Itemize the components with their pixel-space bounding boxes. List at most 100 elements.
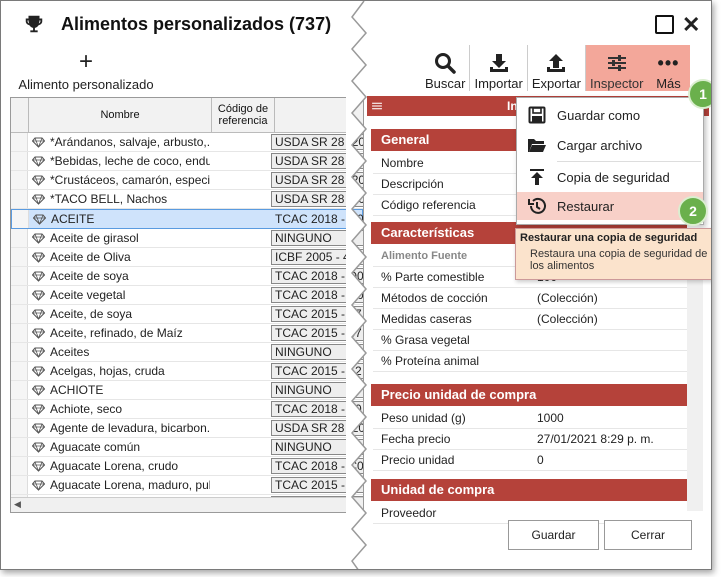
food-name: Agente de levadura, bicarbon...	[50, 421, 210, 435]
new-custom-food-button[interactable]: + Alimento personalizado	[11, 50, 161, 93]
table-row[interactable]: Aceite, refinado, de Maíz TCAC 2015 - 37	[11, 324, 363, 343]
more-button[interactable]: ••• Más	[647, 45, 690, 91]
property-value[interactable]: (Colección)	[531, 312, 598, 326]
window-controls: ✕	[655, 13, 700, 35]
row-header[interactable]	[11, 305, 28, 323]
table-row[interactable]: Aceites NINGUNO	[11, 343, 363, 362]
menu-label-restore: Restaurar	[557, 198, 615, 214]
trophy-icon	[25, 15, 43, 33]
property-value[interactable]: 27/01/2021 8:29 p. m.	[531, 432, 654, 446]
table-row[interactable]: *Crustáceos, camarón, especi... USDA SR 2…	[11, 171, 363, 190]
food-gem-icon	[32, 365, 46, 377]
table-row[interactable]: Aceite, de soya TCAC 2015 - 37	[11, 305, 363, 324]
table-row[interactable]: Acelgas, hojas, cruda TCAC 2015 - 12	[11, 362, 363, 381]
menu-item-save-as[interactable]: Guardar como	[517, 101, 703, 129]
food-name: Aguacate Lorena, maduro, pul...	[50, 478, 210, 492]
table-row[interactable]: ACHIOTE NINGUNO	[11, 381, 363, 400]
food-gem-icon	[32, 460, 46, 472]
row-header[interactable]	[11, 267, 28, 285]
table-row[interactable]: Aceite de Oliva ICBF 2005 - 490	[11, 248, 363, 267]
table-row[interactable]: *TACO BELL, Nachos USDA SR 28 (20	[11, 190, 363, 209]
food-name: Aceite de Oliva	[50, 250, 131, 264]
save-button[interactable]: Guardar	[508, 520, 599, 550]
column-header-reference[interactable]: Código de referencia	[212, 98, 275, 132]
step-badge-1: 1	[688, 79, 711, 109]
property-row[interactable]: % Grasa vegetal	[373, 329, 687, 351]
property-row[interactable]: Métodos de cocción (Colección)	[373, 287, 687, 309]
section-unidad[interactable]: Unidad de compra	[371, 479, 687, 501]
food-name: Aceite, de soya	[50, 307, 133, 321]
food-gem-icon	[32, 441, 46, 453]
row-header[interactable]	[11, 438, 28, 456]
row-header[interactable]	[11, 343, 28, 361]
property-value[interactable]: 0	[531, 453, 544, 467]
tooltip-title: Restaurar una copia de seguridad	[520, 232, 698, 244]
sliders-icon	[606, 50, 628, 76]
tooltip-description: Restaura una copia de seguridad de los a…	[530, 248, 708, 272]
search-button[interactable]: Buscar	[421, 45, 471, 91]
table-body: *Arándanos, salvaje, arbusto,... USDA SR …	[11, 133, 363, 512]
row-header[interactable]	[11, 133, 28, 151]
food-name: Aceite, refinado, de Maíz	[50, 326, 183, 340]
menu-label-load-file: Cargar archivo	[557, 137, 643, 153]
food-gem-icon	[32, 270, 46, 282]
table-row[interactable]: Aguacate Lorena, crudo TCAC 2018 - C0	[11, 457, 363, 476]
property-row[interactable]: Fecha precio 27/01/2021 8:29 p. m.	[373, 428, 687, 450]
menu-item-load-file[interactable]: Cargar archivo	[517, 131, 703, 159]
table-row[interactable]: Achiote, seco TCAC 2018 - L0	[11, 400, 363, 419]
food-gem-icon	[32, 193, 46, 205]
row-header[interactable]	[11, 171, 28, 189]
close-window-button[interactable]: ✕	[682, 13, 700, 35]
row-header[interactable]	[11, 419, 28, 437]
row-header[interactable]	[11, 457, 28, 475]
table-row[interactable]: Aceite de girasol NINGUNO	[11, 229, 363, 248]
import-button[interactable]: Importar	[470, 45, 528, 91]
property-row[interactable]: Precio unidad 0	[373, 449, 687, 471]
table-row[interactable]: Aceite vegetal TCAC 2018 - D0	[11, 286, 363, 305]
table-row[interactable]: Agente de levadura, bicarbon... USDA SR 2…	[11, 419, 363, 438]
inspector-button[interactable]: Inspector	[586, 45, 648, 91]
table-row[interactable]: *Arándanos, salvaje, arbusto,... USDA SR …	[11, 133, 363, 152]
horizontal-scrollbar[interactable]: ◀	[11, 497, 363, 512]
row-header[interactable]	[11, 381, 28, 399]
menu-item-backup[interactable]: Copia de seguridad	[517, 163, 703, 191]
table-row[interactable]: Aguacate común NINGUNO	[11, 438, 363, 457]
property-name: Código referencia	[381, 197, 476, 212]
row-header[interactable]	[11, 476, 28, 494]
column-header-name[interactable]: Nombre	[29, 98, 212, 132]
menu-item-restore[interactable]: Restaurar	[517, 192, 703, 220]
row-header[interactable]	[11, 152, 28, 170]
table-row[interactable]: ACEITE TCAC 2018 - D0	[11, 209, 363, 229]
food-gem-icon	[32, 403, 46, 415]
table-row[interactable]: Aguacate Lorena, maduro, pul... TCAC 2015…	[11, 476, 363, 495]
property-value[interactable]: 1000	[531, 411, 564, 425]
food-name: Aceites	[50, 345, 90, 359]
property-row[interactable]: Medidas caseras (Colección)	[373, 308, 687, 330]
scroll-left-icon[interactable]: ◀	[14, 499, 21, 510]
row-header[interactable]	[12, 210, 29, 228]
maximize-button[interactable]	[655, 15, 674, 34]
property-row[interactable]: % Proteína animal	[373, 350, 687, 372]
table-row[interactable]: *Bebidas, leche de coco, endu... USDA SR …	[11, 152, 363, 171]
row-header[interactable]	[11, 190, 28, 208]
row-header[interactable]	[11, 229, 28, 247]
food-name: ACHIOTE	[50, 383, 104, 397]
row-header[interactable]	[11, 362, 28, 380]
property-value[interactable]: (Colección)	[531, 291, 598, 305]
table-row[interactable]: Aceite de soya TCAC 2018 - D0	[11, 267, 363, 286]
new-custom-food-label: Alimento personalizado	[18, 77, 154, 92]
row-header[interactable]	[11, 286, 28, 304]
section-precio[interactable]: Precio unidad de compra	[371, 384, 687, 406]
close-button[interactable]: Cerrar	[604, 520, 692, 550]
menu-label-backup: Copia de seguridad	[557, 169, 670, 185]
row-header[interactable]	[11, 248, 28, 266]
food-gem-icon	[32, 422, 46, 434]
food-gem-icon	[32, 251, 46, 263]
food-name: Aceite vegetal	[50, 288, 126, 302]
property-row[interactable]: Peso unidad (g) 1000	[373, 407, 687, 429]
inspector-header-icon	[372, 102, 382, 110]
export-button[interactable]: Exportar	[528, 45, 587, 91]
food-gem-icon	[32, 479, 46, 491]
row-header[interactable]	[11, 324, 28, 342]
row-header[interactable]	[11, 400, 28, 418]
